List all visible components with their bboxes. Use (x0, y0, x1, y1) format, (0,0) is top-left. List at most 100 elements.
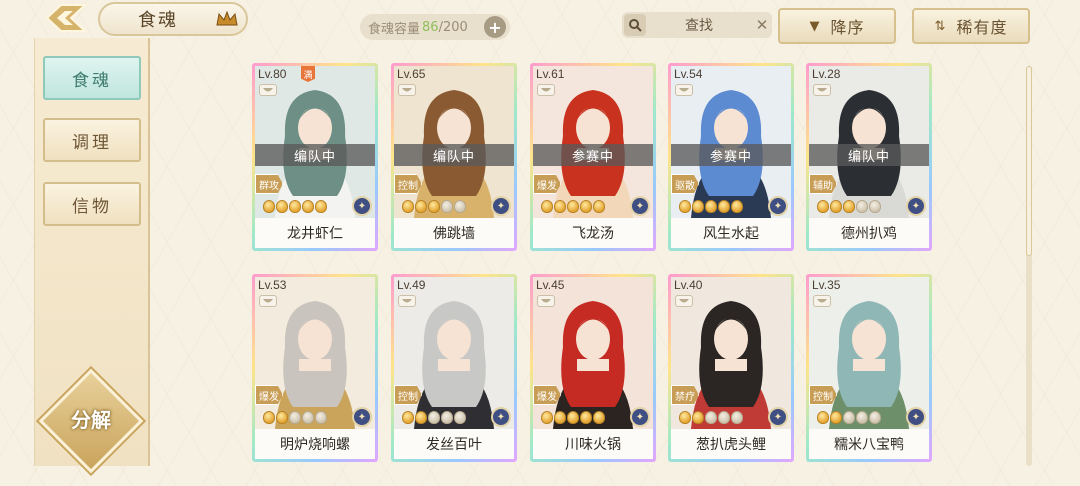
star-filled-icon (692, 200, 704, 213)
sort-order-button[interactable]: ▼ 降序 (778, 8, 896, 44)
star-rating (679, 411, 743, 424)
star-filled-icon (289, 200, 301, 213)
star-rating (263, 411, 327, 424)
star-rating (679, 200, 743, 213)
star-filled-icon (580, 411, 592, 424)
card-level: Lv.35 (812, 278, 841, 292)
role-tag: 爆发 (533, 385, 561, 405)
crown-icon (216, 11, 238, 26)
dish-bowl-icon (259, 84, 277, 96)
role-tag: 爆发 (533, 174, 561, 194)
food-soul-card[interactable]: Lv.45 爆发 ✦ 川味火锅 (530, 274, 656, 462)
star-filled-icon (276, 200, 288, 213)
card-status-banner: 编队中 (809, 144, 929, 166)
card-name: 佛跳墙 (394, 218, 514, 248)
card-level: Lv.49 (397, 278, 426, 292)
dish-bowl-icon (813, 84, 831, 96)
back-button[interactable] (38, 0, 94, 36)
card-level: Lv.61 (536, 67, 565, 81)
food-soul-card[interactable]: Lv.53 爆发 ✦ 明炉烧响螺 (252, 274, 378, 462)
star-rating (817, 200, 881, 213)
food-soul-card[interactable]: Lv.65 编队中 控制 ✦ 佛跳墙 (391, 63, 517, 251)
card-body: Lv.61 参赛中 爆发 ✦ 飞龙汤 (533, 66, 653, 248)
dish-bowl-icon (398, 84, 416, 96)
card-status-banner: 参赛中 (671, 144, 791, 166)
dish-bowl-icon (537, 84, 555, 96)
star-filled-icon (580, 200, 592, 213)
star-filled-icon (554, 411, 566, 424)
star-filled-icon (731, 200, 743, 213)
food-soul-card[interactable]: Lv.80 满编队中 群攻 ✦ 龙井虾仁 (252, 63, 378, 251)
sort-order-label: 降序 (830, 18, 865, 37)
card-name: 飞龙汤 (533, 218, 653, 248)
capacity-label: 食魂容量 (368, 21, 421, 37)
sort-rarity-label: 稀有度 (956, 18, 1008, 37)
back-arrow-icon (45, 4, 88, 32)
card-status-banner: 编队中 (394, 144, 514, 166)
element-emblem-icon: ✦ (491, 196, 511, 216)
card-name: 糯米八宝鸭 (809, 429, 929, 459)
dish-bowl-icon (259, 295, 277, 307)
card-body: Lv.45 爆发 ✦ 川味火锅 (533, 277, 653, 459)
dish-bowl-icon (813, 295, 831, 307)
star-filled-icon (830, 411, 842, 424)
element-emblem-icon: ✦ (768, 196, 788, 216)
star-filled-icon (817, 200, 829, 213)
star-empty-icon (705, 411, 717, 424)
star-filled-icon (705, 200, 717, 213)
star-rating (263, 200, 327, 213)
star-empty-icon (302, 411, 314, 424)
card-name: 龙井虾仁 (255, 218, 375, 248)
element-emblem-icon: ✦ (491, 407, 511, 427)
card-status-banner: 编队中 (255, 144, 375, 166)
star-filled-icon (593, 411, 605, 424)
star-filled-icon (843, 200, 855, 213)
star-empty-icon (718, 411, 730, 424)
search-box[interactable]: 查找 ✕ (622, 12, 772, 38)
food-soul-card[interactable]: Lv.28 编队中 辅助 ✦ 德州扒鸡 (806, 63, 932, 251)
star-empty-icon (454, 411, 466, 424)
element-emblem-icon: ✦ (768, 407, 788, 427)
card-body: Lv.28 编队中 辅助 ✦ 德州扒鸡 (809, 66, 929, 248)
dish-bowl-icon (675, 84, 693, 96)
scrollbar[interactable] (1026, 66, 1032, 466)
max-level-badge: 满 (301, 66, 315, 82)
food-soul-card[interactable]: Lv.35 控制 ✦ 糯米八宝鸭 (806, 274, 932, 462)
card-level: Lv.45 (536, 278, 565, 292)
star-filled-icon (263, 200, 275, 213)
decompose-label: 分解 (71, 408, 111, 432)
star-empty-icon (289, 411, 301, 424)
card-level: Lv.40 (674, 278, 703, 292)
star-empty-icon (731, 411, 743, 424)
card-name: 葱扒虎头鲤 (671, 429, 791, 459)
food-soul-card[interactable]: Lv.54 参赛中 驱散 ✦ 风生水起 (668, 63, 794, 251)
sort-toggle-icon: ⇅ (934, 18, 947, 34)
star-rating (402, 200, 466, 213)
star-filled-icon (402, 411, 414, 424)
sidebar-tab-seasoning[interactable]: 调理 (43, 118, 141, 162)
food-soul-card[interactable]: Lv.40 禁疗 ✦ 葱扒虎头鲤 (668, 274, 794, 462)
star-filled-icon (679, 200, 691, 213)
card-body: Lv.54 参赛中 驱散 ✦ 风生水起 (671, 66, 791, 248)
card-name: 川味火锅 (533, 429, 653, 459)
search-input[interactable]: 查找 (646, 15, 752, 35)
star-empty-icon (441, 200, 453, 213)
crown-button[interactable] (213, 8, 241, 30)
star-filled-icon (830, 200, 842, 213)
element-emblem-icon: ✦ (906, 196, 926, 216)
sidebar-tab-token[interactable]: 信物 (43, 182, 141, 226)
top-bar: 食魂 食魂容量 86 /200 + 查找 ✕ ▼ 降序 ⇅ 稀有度 (0, 0, 1080, 50)
sort-rarity-button[interactable]: ⇅ 稀有度 (912, 8, 1030, 44)
food-soul-card[interactable]: Lv.61 参赛中 爆发 ✦ 飞龙汤 (530, 63, 656, 251)
star-rating (541, 200, 605, 213)
star-empty-icon (856, 200, 868, 213)
card-level: Lv.80 (258, 67, 287, 81)
star-filled-icon (692, 411, 704, 424)
sidebar-tab-food-soul[interactable]: 食魂 (43, 56, 141, 100)
scrollbar-thumb[interactable] (1026, 66, 1032, 256)
star-filled-icon (718, 200, 730, 213)
clear-search-icon[interactable]: ✕ (752, 16, 772, 34)
capacity-add-button[interactable]: + (484, 16, 506, 38)
card-name: 风生水起 (671, 218, 791, 248)
food-soul-card[interactable]: Lv.49 控制 ✦ 发丝百叶 (391, 274, 517, 462)
